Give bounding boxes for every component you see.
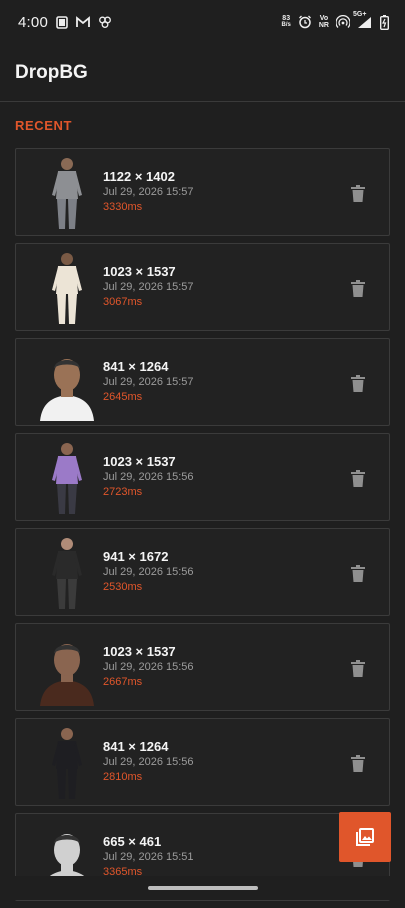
item-timestamp: Jul 29, 2026 15:56 <box>103 756 194 768</box>
result-thumbnail[interactable] <box>36 535 98 611</box>
item-timestamp: Jul 29, 2026 15:56 <box>103 471 194 483</box>
delete-button[interactable] <box>348 753 368 773</box>
item-dimensions: 1122 × 1402 <box>103 169 175 184</box>
trash-icon <box>351 184 365 202</box>
dropbox-icon <box>98 15 112 29</box>
item-processing-time: 3330ms <box>103 201 143 213</box>
trash-icon <box>351 754 365 772</box>
item-dimensions: 1023 × 1537 <box>103 454 176 469</box>
item-timestamp: Jul 29, 2026 15:57 <box>103 376 194 388</box>
item-processing-time: 3067ms <box>103 296 143 308</box>
result-thumbnail[interactable] <box>36 440 98 516</box>
volte-icon: Vo NR <box>318 15 329 29</box>
history-item[interactable]: 1023 × 1537 Jul 29, 2026 15:56 2723ms <box>15 433 390 521</box>
alarm-icon <box>298 15 312 29</box>
signal-icon: 5G+ <box>353 11 373 29</box>
photo-library-icon <box>355 827 375 847</box>
result-thumbnail[interactable] <box>36 725 98 801</box>
item-info: 841 × 1264 Jul 29, 2026 15:56 2810ms <box>103 739 194 785</box>
item-processing-time: 2667ms <box>103 676 143 688</box>
status-bar: 4:00 83 B/s Vo NR 5G+ <box>0 0 405 44</box>
item-info: 841 × 1264 Jul 29, 2026 15:57 2645ms <box>103 359 194 405</box>
hotspot-icon <box>336 15 350 29</box>
item-timestamp: Jul 29, 2026 15:51 <box>103 851 194 863</box>
item-dimensions: 665 × 461 <box>103 834 162 849</box>
item-timestamp: Jul 29, 2026 15:57 <box>103 281 194 293</box>
item-processing-time: 2810ms <box>103 771 143 783</box>
recent-list: 1122 × 1402 Jul 29, 2026 15:57 3330ms 1023… <box>15 148 390 908</box>
app-bar: DropBG <box>0 44 405 102</box>
delete-button[interactable] <box>348 373 368 393</box>
delete-button[interactable] <box>348 278 368 298</box>
home-indicator[interactable] <box>148 886 258 890</box>
history-item[interactable]: 1122 × 1402 Jul 29, 2026 15:57 3330ms <box>15 148 390 236</box>
section-label-recent: RECENT <box>15 118 73 133</box>
battery-icon <box>380 14 389 30</box>
item-dimensions: 941 × 1672 <box>103 549 169 564</box>
item-info: 665 × 461 Jul 29, 2026 15:51 3365ms <box>103 834 194 880</box>
gmail-icon <box>76 16 90 28</box>
item-timestamp: Jul 29, 2026 15:57 <box>103 186 194 198</box>
item-info: 941 × 1672 Jul 29, 2026 15:56 2530ms <box>103 549 194 595</box>
result-thumbnail[interactable] <box>36 155 98 231</box>
app-title: DropBG <box>15 61 88 83</box>
item-processing-time: 2530ms <box>103 581 143 593</box>
item-dimensions: 1023 × 1537 <box>103 644 176 659</box>
history-item[interactable]: 841 × 1264 Jul 29, 2026 15:56 2810ms <box>15 718 390 806</box>
item-info: 1122 × 1402 Jul 29, 2026 15:57 3330ms <box>103 169 194 215</box>
history-item[interactable]: 841 × 1264 Jul 29, 2026 15:57 2645ms <box>15 338 390 426</box>
trash-icon <box>351 279 365 297</box>
screenshot-notification-icon <box>56 15 68 29</box>
history-item[interactable]: 1023 × 1537 Jul 29, 2026 15:57 3067ms <box>15 243 390 331</box>
item-processing-time: 2723ms <box>103 486 143 498</box>
delete-button[interactable] <box>348 658 368 678</box>
trash-icon <box>351 564 365 582</box>
item-processing-time: 2645ms <box>103 391 143 403</box>
history-item[interactable]: 941 × 1672 Jul 29, 2026 15:56 2530ms <box>15 528 390 616</box>
item-timestamp: Jul 29, 2026 15:56 <box>103 566 194 578</box>
add-photo-fab[interactable] <box>339 812 391 862</box>
item-info: 1023 × 1537 Jul 29, 2026 15:56 2667ms <box>103 644 194 690</box>
delete-button[interactable] <box>348 468 368 488</box>
item-dimensions: 841 × 1264 <box>103 739 169 754</box>
delete-button[interactable] <box>348 183 368 203</box>
trash-icon <box>351 374 365 392</box>
history-item[interactable]: 1023 × 1537 Jul 29, 2026 15:56 2667ms <box>15 623 390 711</box>
item-dimensions: 1023 × 1537 <box>103 264 176 279</box>
item-info: 1023 × 1537 Jul 29, 2026 15:57 3067ms <box>103 264 194 310</box>
status-time: 4:00 <box>18 13 48 31</box>
result-thumbnail[interactable] <box>36 630 98 706</box>
trash-icon <box>351 469 365 487</box>
trash-icon <box>351 659 365 677</box>
item-timestamp: Jul 29, 2026 15:56 <box>103 661 194 673</box>
data-speed-indicator: 83 B/s <box>281 15 291 28</box>
item-info: 1023 × 1537 Jul 29, 2026 15:56 2723ms <box>103 454 194 500</box>
item-dimensions: 841 × 1264 <box>103 359 169 374</box>
result-thumbnail[interactable] <box>36 345 98 421</box>
result-thumbnail[interactable] <box>36 250 98 326</box>
delete-button[interactable] <box>348 563 368 583</box>
